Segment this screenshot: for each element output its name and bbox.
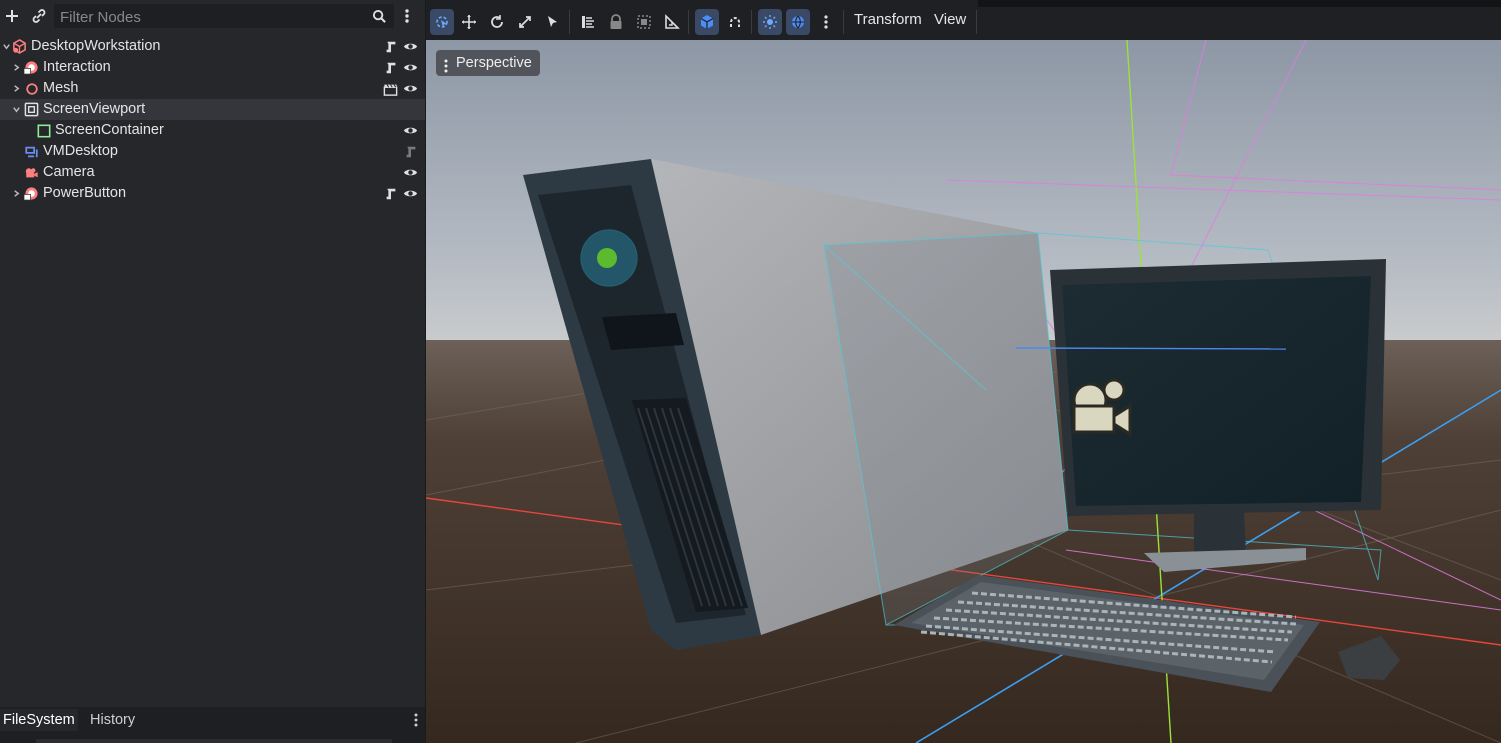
tree-item-screencontainer[interactable]: ScreenContainer xyxy=(0,120,425,141)
tree-item-desktopworkstation[interactable]: DesktopWorkstation xyxy=(0,36,425,57)
visibility-eye-icon[interactable] xyxy=(403,165,418,180)
toolbar-top-strip xyxy=(978,0,1501,7)
interaction-node-icon xyxy=(24,60,39,75)
toolbar-separator xyxy=(569,10,570,34)
vm-desktop-icon xyxy=(24,144,39,159)
collapse-arrow-icon[interactable] xyxy=(0,36,12,57)
3d-viewport[interactable]: Perspective xyxy=(426,40,1501,743)
select-mode-button[interactable] xyxy=(430,9,454,35)
search-icon[interactable] xyxy=(368,5,390,27)
script-icon[interactable] xyxy=(383,39,398,54)
visibility-eye-icon[interactable] xyxy=(403,186,418,201)
list-select-cursor-icon[interactable] xyxy=(541,9,565,35)
tree-item-powerbutton[interactable]: PowerButton xyxy=(0,183,425,204)
filter-nodes-input[interactable] xyxy=(58,4,367,30)
move-mode-icon[interactable] xyxy=(457,9,481,35)
node-label: DesktopWorkstation xyxy=(31,38,161,54)
collapse-arrow-icon[interactable] xyxy=(10,99,22,120)
scale-mode-icon[interactable] xyxy=(513,9,537,35)
node-label: PowerButton xyxy=(43,185,127,201)
node-label: ScreenContainer xyxy=(55,122,164,138)
node-label: ScreenViewport xyxy=(43,101,146,117)
viewport-scene[interactable] xyxy=(426,40,1501,743)
visibility-eye-icon[interactable] xyxy=(403,81,418,96)
tree-item-camera[interactable]: Camera xyxy=(0,162,425,183)
toolbar-separator xyxy=(751,10,752,34)
toolbar-separator xyxy=(843,10,844,34)
script-icon[interactable] xyxy=(403,144,418,159)
snap-magnet-icon[interactable] xyxy=(723,9,747,35)
container-icon xyxy=(36,123,51,138)
kebab-menu-icon[interactable] xyxy=(814,9,838,35)
visibility-eye-icon[interactable] xyxy=(403,60,418,75)
local-space-cube-icon[interactable] xyxy=(695,9,719,35)
link-icon[interactable] xyxy=(28,5,50,27)
mesh-node-icon xyxy=(24,81,39,96)
tab-history[interactable]: History xyxy=(90,709,135,731)
lock-icon[interactable] xyxy=(604,9,628,35)
tree-item-screenviewport[interactable]: ScreenViewport xyxy=(0,99,425,120)
node-label: Mesh xyxy=(43,80,79,96)
add-node-icon[interactable] xyxy=(1,5,23,27)
filesystem-path-field[interactable] xyxy=(36,739,392,743)
scene-dock: DesktopWorkstation Interaction xyxy=(0,0,426,743)
tree-item-mesh[interactable]: Mesh xyxy=(0,78,425,99)
ruler-measure-icon[interactable] xyxy=(660,9,684,35)
tree-item-interaction[interactable]: Interaction xyxy=(0,57,425,78)
node-label: VMDesktop xyxy=(43,143,118,159)
toolbar-separator xyxy=(688,10,689,34)
tree-item-vmdesktop[interactable]: VMDesktop xyxy=(0,141,425,162)
sun-preview-icon[interactable] xyxy=(758,9,782,35)
open-scene-clapper-icon[interactable] xyxy=(383,81,398,96)
viewport-toolbar: Transform View xyxy=(426,0,1501,40)
kebab-menu-icon xyxy=(444,56,448,82)
view-menu[interactable]: View xyxy=(934,11,966,28)
interaction-node-icon xyxy=(24,186,39,201)
visibility-eye-icon[interactable] xyxy=(403,39,418,54)
filter-box xyxy=(54,4,394,30)
node-label: Interaction xyxy=(43,59,111,75)
expand-arrow-icon[interactable] xyxy=(10,183,22,204)
perspective-label: Perspective xyxy=(456,55,532,71)
subviewport-icon xyxy=(24,102,39,117)
ruler-snap-icon[interactable] xyxy=(576,9,600,35)
scene-toolbar xyxy=(0,0,425,32)
camera-node-icon xyxy=(24,165,39,180)
environment-globe-icon[interactable] xyxy=(786,9,810,35)
node-label: Camera xyxy=(43,164,95,180)
node3d-root-icon xyxy=(12,39,27,54)
script-icon[interactable] xyxy=(383,186,398,201)
rotate-mode-icon[interactable] xyxy=(485,9,509,35)
perspective-menu-button[interactable]: Perspective xyxy=(436,50,540,76)
kebab-menu-icon[interactable] xyxy=(396,5,418,27)
group-icon[interactable] xyxy=(632,9,656,35)
kebab-menu-icon[interactable] xyxy=(405,709,427,731)
toolbar-separator xyxy=(976,10,977,34)
transform-menu[interactable]: Transform xyxy=(854,11,922,28)
visibility-eye-icon[interactable] xyxy=(403,123,418,138)
bottom-dock-tabs: FileSystem History xyxy=(0,707,425,743)
expand-arrow-icon[interactable] xyxy=(10,57,22,78)
script-icon[interactable] xyxy=(383,60,398,75)
tab-filesystem[interactable]: FileSystem xyxy=(0,709,78,731)
expand-arrow-icon[interactable] xyxy=(10,78,22,99)
